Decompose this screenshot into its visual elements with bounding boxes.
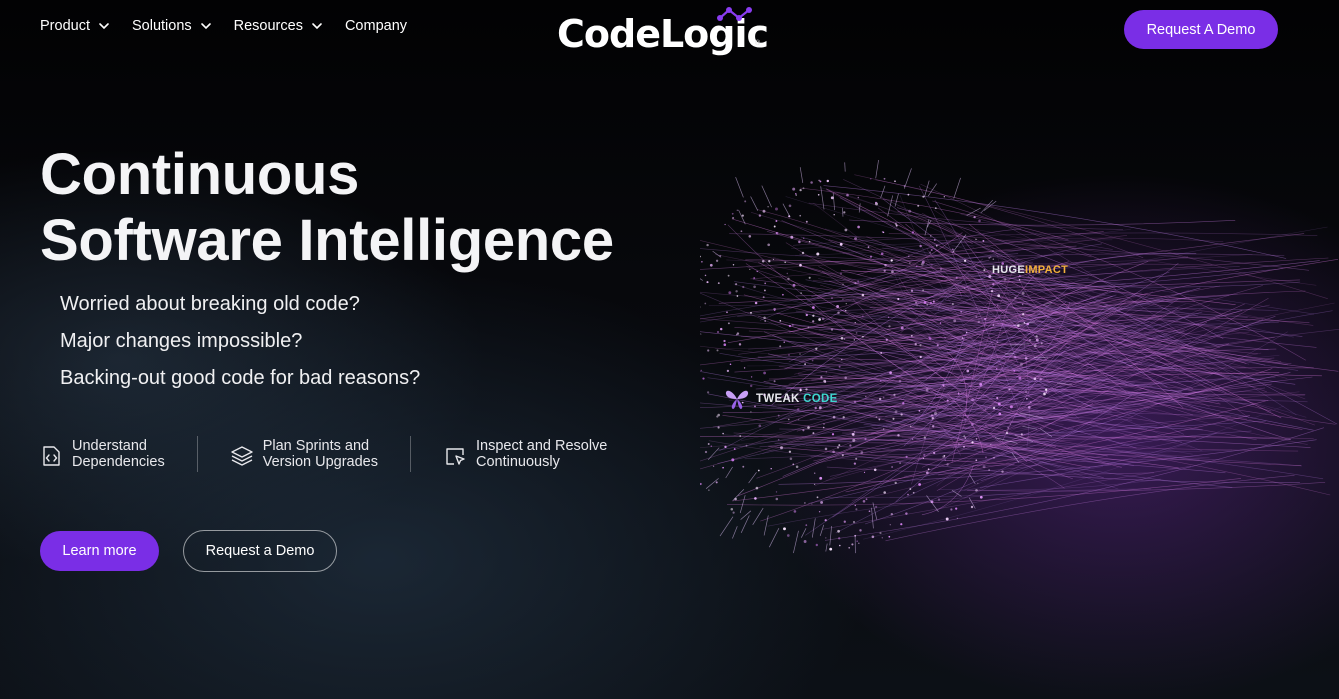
nav-item-label: Company <box>344 18 408 34</box>
feature-label-line-2: Version Upgrades <box>262 454 378 470</box>
feature-understand-dependencies: Understand Dependencies <box>40 438 165 470</box>
huge-impact-label: HUGEIMPACT <box>992 264 1068 276</box>
question-item: Worried about breaking old code? <box>60 293 360 315</box>
feature-label: Inspect and Resolve Continuously <box>476 438 607 470</box>
nav-item-label: Resources <box>233 18 303 34</box>
chevron-down-icon <box>99 23 109 30</box>
feature-plan-sprints: Plan Sprints and Version Upgrades <box>231 438 378 470</box>
registered-mark: ® <box>755 40 761 47</box>
feature-label: Plan Sprints and Version Upgrades <box>263 438 378 470</box>
butterfly-icon <box>725 390 749 409</box>
tweak-code-label: TWEAK CODE <box>724 386 838 412</box>
code-impact-burst-graphic <box>700 160 1339 554</box>
feature-label-line-2: Continuously <box>475 454 560 470</box>
nav-item-solutions[interactable]: Solutions <box>132 18 212 34</box>
hero-questions: Worried about breaking old code? Major c… <box>60 291 420 402</box>
question-item: Major changes impossible? <box>60 330 303 352</box>
request-demo-button[interactable]: Request A Demo <box>1124 10 1278 49</box>
nav-item-product[interactable]: Product <box>40 18 110 34</box>
tweak-code-text: TWEAK CODE <box>756 393 838 405</box>
huge-text: HUGE <box>992 264 1025 276</box>
feature-divider <box>196 436 198 472</box>
cursor-window-icon <box>446 448 465 465</box>
feature-label-line-2: Dependencies <box>72 454 165 470</box>
request-a-demo-button[interactable]: Request a Demo <box>183 530 337 572</box>
top-nav: Product Solutions Resources Company Code… <box>0 0 1339 60</box>
learn-more-button[interactable]: Learn more <box>40 531 159 571</box>
feature-label-line-1: Understand <box>72 438 147 454</box>
hero-title: Continuous Software Intelligence <box>40 142 614 274</box>
feature-divider <box>409 436 411 472</box>
tweak-text: TWEAK <box>756 393 800 405</box>
nav-menu: Product Solutions Resources Company <box>40 18 407 34</box>
nav-item-resources[interactable]: Resources <box>234 18 323 34</box>
code-brackets-icon <box>43 446 60 466</box>
feature-label: Understand Dependencies <box>72 438 165 470</box>
question-item: Backing-out good code for bad reasons? <box>60 367 421 389</box>
chevron-down-icon <box>200 23 211 30</box>
chevron-down-icon <box>312 23 322 30</box>
nav-item-label: Solutions <box>131 18 192 34</box>
feature-label-line-1: Inspect and Resolve <box>475 438 608 454</box>
impact-text: IMPACT <box>1024 264 1069 276</box>
feature-inspect-resolve: Inspect and Resolve Continuously <box>444 438 607 470</box>
hero-title-line-2: Software Intelligence <box>40 208 614 273</box>
codelogic-logo[interactable]: CodeLogic ® <box>557 6 769 56</box>
hero-title-line-1: Continuous <box>40 142 360 207</box>
layers-icon <box>231 446 253 466</box>
nav-item-company[interactable]: Company <box>345 18 407 34</box>
logo-network-icon <box>717 7 752 21</box>
feature-label-line-1: Plan Sprints and <box>262 438 370 454</box>
feature-list: Understand Dependencies Plan Sprints and… <box>40 436 607 472</box>
code-text: CODE <box>803 393 838 405</box>
nav-item-label: Product <box>40 18 90 34</box>
